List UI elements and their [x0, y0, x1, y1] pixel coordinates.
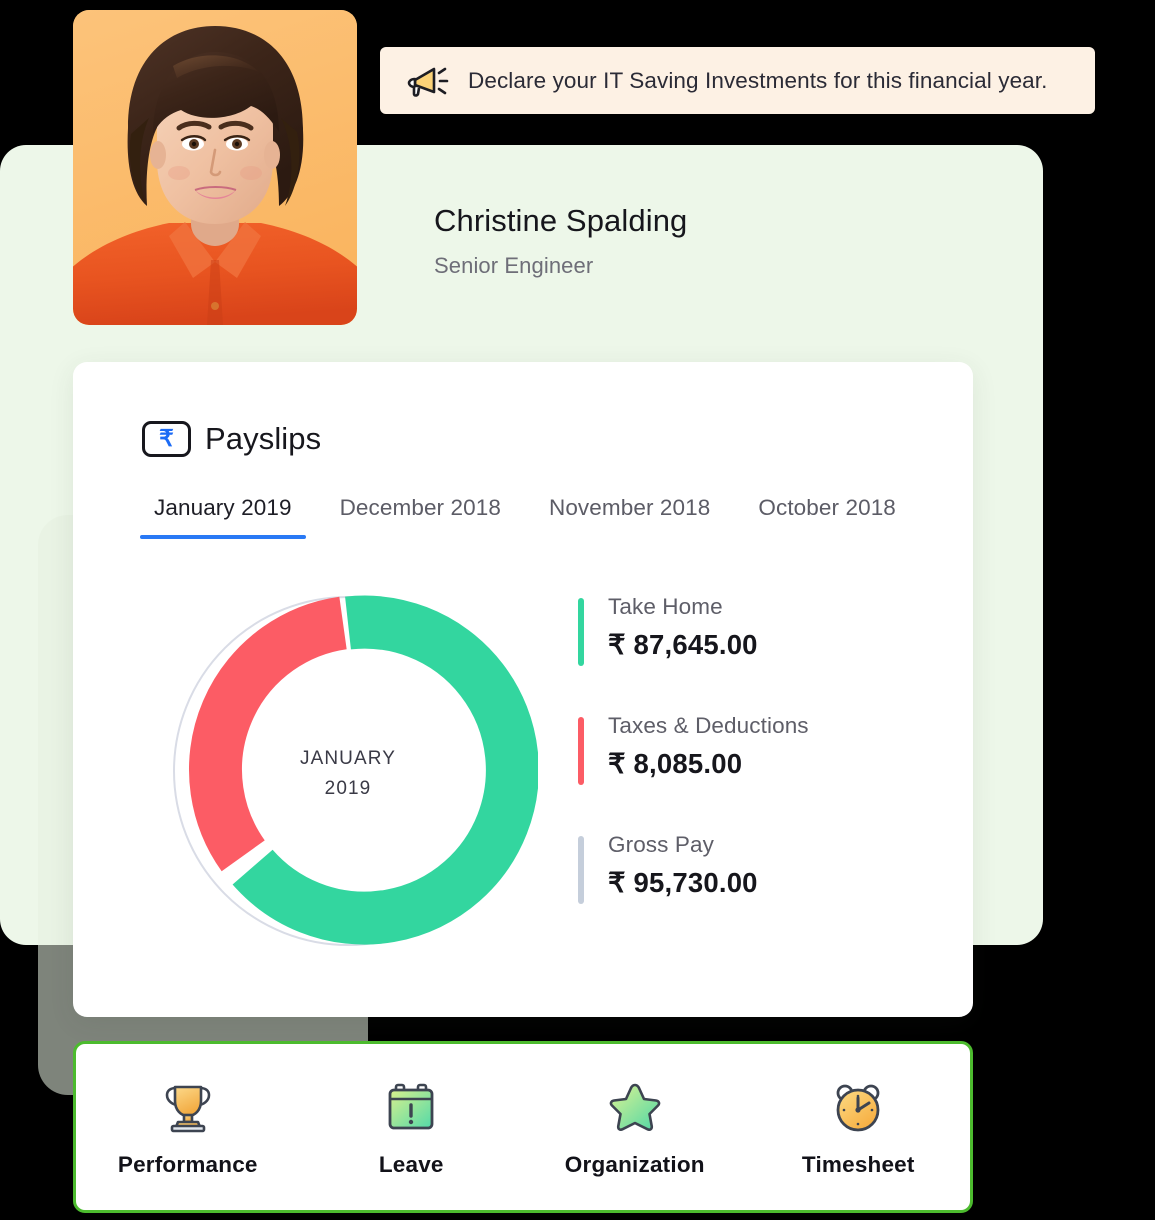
- nav-label-leave: Leave: [378, 1152, 444, 1177]
- legend-value-take-home: ₹ 87,645.00: [608, 629, 758, 660]
- rupee-badge-icon: ₹: [142, 421, 191, 457]
- donut-center-year: 2019: [324, 778, 372, 799]
- payslip-month-tabs: January 2019 December 2018 November 2018…: [140, 495, 944, 539]
- tab-october-2018[interactable]: October 2018: [758, 495, 896, 539]
- tab-december-2018[interactable]: December 2018: [340, 495, 501, 539]
- bottom-navigation-bar: Performance Leave Organization Timesheet: [73, 1041, 973, 1213]
- legend-color-swatch-take-home: [578, 598, 584, 666]
- payslips-header: ₹ Payslips: [142, 421, 321, 457]
- payslips-title: Payslips: [205, 421, 322, 456]
- nav-item-performance[interactable]: Performance: [76, 1076, 300, 1178]
- legend-value-taxes-deductions: ₹ 8,085.00: [608, 748, 743, 779]
- megaphone-icon: [406, 61, 450, 101]
- legend-color-swatch-taxes-deductions: [578, 717, 584, 785]
- nav-item-leave[interactable]: Leave: [300, 1076, 524, 1178]
- nav-item-organization[interactable]: Organization: [523, 1076, 747, 1178]
- announcement-text: Declare your IT Saving Investments for t…: [468, 67, 1048, 93]
- avatar: [73, 10, 357, 325]
- alarm-clock-icon: [831, 1076, 885, 1138]
- payslip-donut-chart: JANUARY 2019: [158, 584, 538, 959]
- legend-item-gross-pay: Gross Pay ₹ 95,730.00: [578, 832, 938, 904]
- payslips-card: ₹ Payslips January 2019 December 2018 No…: [73, 362, 973, 1017]
- calendar-alert-icon: [384, 1076, 438, 1138]
- legend-item-taxes-deductions: Taxes & Deductions ₹ 8,085.00: [578, 713, 938, 785]
- legend-color-swatch-gross-pay: [578, 836, 584, 904]
- legend-label-gross-pay: Gross Pay: [608, 832, 714, 857]
- legend-label-take-home: Take Home: [608, 594, 723, 619]
- tab-november-2018[interactable]: November 2018: [549, 495, 710, 539]
- announcement-banner[interactable]: Declare your IT Saving Investments for t…: [380, 47, 1095, 114]
- nav-label-performance: Performance: [117, 1152, 258, 1177]
- trophy-icon: [160, 1076, 216, 1138]
- donut-center-month: JANUARY: [299, 748, 397, 769]
- nav-label-timesheet: Timesheet: [801, 1152, 915, 1177]
- tab-january-2019[interactable]: January 2019: [140, 495, 306, 539]
- nav-label-organization: Organization: [564, 1152, 705, 1177]
- profile-role: Senior Engineer: [434, 253, 594, 278]
- profile-name: Christine Spalding: [434, 203, 688, 238]
- nav-item-timesheet[interactable]: Timesheet: [747, 1076, 971, 1178]
- star-icon: [607, 1076, 663, 1138]
- avatar-photo: [73, 10, 357, 325]
- legend-item-take-home: Take Home ₹ 87,645.00: [578, 594, 938, 666]
- legend-label-taxes-deductions: Taxes & Deductions: [608, 713, 809, 738]
- payslip-legend: Take Home ₹ 87,645.00 Taxes & Deductions…: [578, 594, 938, 904]
- rupee-symbol: ₹: [159, 425, 174, 451]
- legend-value-gross-pay: ₹ 95,730.00: [608, 867, 758, 898]
